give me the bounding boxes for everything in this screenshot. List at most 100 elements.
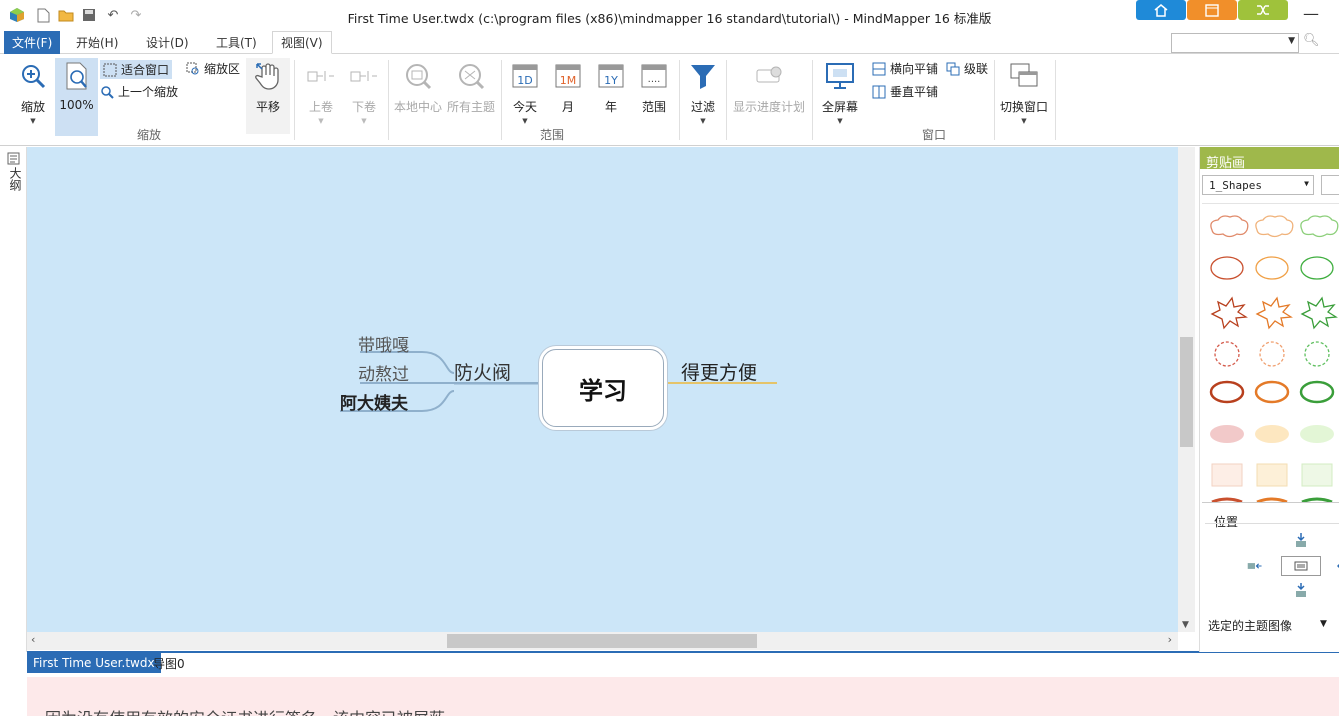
year-icon-text: 1Y [604,74,618,87]
horizontal-scrollbar[interactable]: ‹ › [27,632,1178,650]
position-right-icon[interactable] [1333,558,1339,574]
scroll-thumb[interactable] [1180,337,1193,447]
calendar-range-icon: .... [638,60,670,92]
year-button[interactable]: 1Y 年 [594,58,628,132]
minimize-button[interactable]: — [1303,4,1319,23]
fullscreen-button[interactable]: 全屏幕 ▼ [818,58,862,132]
calendar-icon [1205,4,1219,17]
filter-label: 过滤 [690,100,715,114]
tab-start[interactable]: 开始(H) [68,31,126,54]
today-button[interactable]: 1D 今天 ▼ [508,58,542,132]
chevron-down-icon: ▼ [837,117,843,125]
vertical-scrollbar[interactable]: ▼ [1178,147,1195,632]
tile-horizontal-icon [872,62,886,76]
tab-view[interactable]: 视图(V) [272,31,332,54]
doc-tab-active[interactable]: First Time User.twdx [27,653,161,673]
zoom-label: 缩放 [20,100,45,114]
chevron-right-icon[interactable]: › [1168,633,1172,646]
search-icon[interactable]: 🔍︎ [1303,33,1320,48]
position-center-icon[interactable] [1281,556,1321,576]
month-label: 月 [561,100,574,114]
tab-tools[interactable]: 工具(T) [208,31,265,54]
roll-up-button[interactable]: 上卷 ▼ [302,58,340,132]
prev-zoom-button[interactable]: 上一个缩放 [100,83,178,100]
chevron-down-icon: ▼ [1304,179,1309,188]
main-topic-left[interactable]: 防火阀 [454,358,511,385]
zoom-button[interactable]: 缩放 ▼ [14,58,52,132]
range-icon-text: .... [648,74,661,85]
chevron-down-icon[interactable]: ▼ [1182,620,1189,630]
cascade-button[interactable]: 级联 [946,60,988,77]
position-left-icon[interactable] [1247,558,1263,574]
home-icon [1154,4,1168,17]
main-topic-right[interactable]: 得更方便 [681,358,757,385]
pan-button[interactable]: 平移 [246,58,290,134]
selected-image-dropdown[interactable]: 选定的主题图像 ▼ [1208,617,1327,634]
local-center-button[interactable]: 本地中心 [393,58,443,132]
roll-down-label: 下卷 [351,100,376,114]
tile-horizontal-button[interactable]: 横向平铺 [872,60,938,77]
group-divider [994,60,995,140]
doc-tab[interactable]: 导图0 [147,653,191,673]
mindmap-canvas[interactable]: 学习 防火阀 得更方便 带哦嘎 动熬过 阿大姨夫 [27,147,1178,632]
outline-tab-label[interactable]: 大纲 [7,167,24,191]
month-icon-text: 1M [560,74,577,87]
fit-window-icon [103,63,117,77]
cascade-label: 级联 [964,62,989,76]
range-button[interactable]: .... 范围 [637,58,671,132]
range-label: 范围 [641,100,666,114]
position-bottom-icon[interactable] [1293,582,1309,598]
clipart-panel: 剪贴画 1_Shapes ▼ 位置 选定的主题图像 ▼ [1199,147,1339,652]
fit-window-button[interactable]: 适合窗口 [100,60,173,79]
central-topic[interactable]: 学习 [542,349,664,427]
roll-down-button[interactable]: 下卷 ▼ [345,58,383,132]
position-top-icon[interactable] [1293,532,1309,548]
zoom-area-icon [186,62,200,76]
tab-design[interactable]: 设计(D) [138,31,197,54]
switch-window-button[interactable]: 切换窗口 ▼ [998,58,1050,132]
home-button[interactable] [1136,0,1186,20]
subtopic[interactable]: 动熬过 [358,360,409,385]
magnifier-icon [100,85,114,99]
chevron-down-icon: ▼ [522,117,528,125]
clipart-category-select[interactable]: 1_Shapes ▼ [1202,175,1314,195]
fit-window-label: 适合窗口 [121,63,170,77]
zoom-area-button[interactable]: 缩放区 [186,60,240,77]
local-center-label: 本地中心 [393,100,442,114]
window-group-label: 窗口 [922,128,947,142]
outline-icon[interactable] [7,152,20,168]
all-topics-button[interactable]: 所有主题 [446,58,496,132]
zoom-100-button[interactable]: 100% [55,58,98,136]
mindmap-icon [1257,5,1269,15]
clipart-gallery[interactable] [1202,203,1339,503]
filter-button[interactable]: 过滤 ▼ [686,58,720,132]
progress-plan-label: 显示进度计划 [732,100,805,114]
blocked-content-notice: 因为没有使用有效的安全证书进行签名，该内容已被屏蔽 [27,677,1339,716]
scroll-thumb[interactable] [447,634,757,648]
progress-plan-button[interactable]: 显示进度计划 [731,58,807,132]
fullscreen-icon [824,60,856,92]
notice-text: 因为没有使用有效的安全证书进行签名，该内容已被屏蔽 [45,705,445,716]
mindmap-view-button[interactable] [1238,0,1288,20]
group-divider [501,60,502,140]
panel-title: 剪贴画 [1200,147,1339,171]
today-label: 今天 [512,100,537,114]
subtopic[interactable]: 带哦嘎 [358,331,409,356]
tab-file[interactable]: 文件(F) [4,31,61,54]
image-position-picker [1205,523,1339,609]
search-input[interactable]: ▼ [1171,33,1299,53]
title-bar: ↶ ↷ First Time User.twdx (c:\program fil… [0,0,1339,30]
group-divider [294,60,295,140]
shape-thumbnails[interactable] [1202,204,1339,503]
chevron-left-icon[interactable]: ‹ [31,633,35,646]
calendar-button[interactable] [1187,0,1237,20]
subtopic[interactable]: 阿大姨夫 [340,389,408,414]
clipart-search-input[interactable] [1321,175,1339,195]
chevron-down-icon: ▼ [1288,36,1295,46]
all-topics-icon [455,60,487,92]
calendar-year-icon: 1Y [595,60,627,92]
document-tabs: First Time User.twdx 导图0 [27,651,1339,673]
zoom-in-icon [17,60,49,92]
month-button[interactable]: 1M 月 [551,58,585,132]
tile-vertical-button[interactable]: 垂直平铺 [872,83,938,100]
